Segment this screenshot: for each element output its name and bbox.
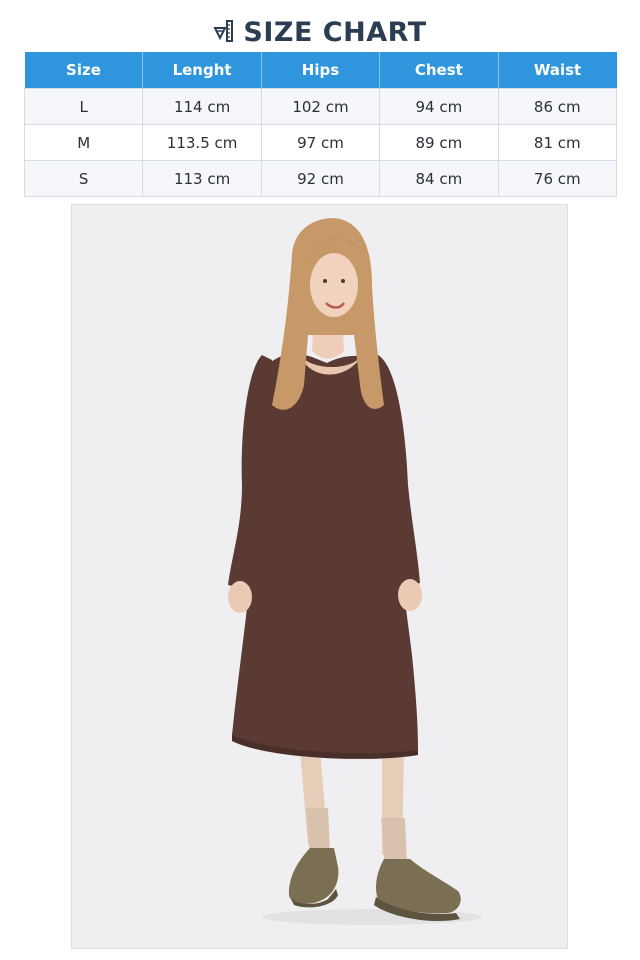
cell-waist: 76 cm — [497, 160, 618, 197]
cell-size: S — [23, 160, 144, 197]
table-row: M 113.5 cm 97 cm 89 cm 81 cm — [23, 124, 618, 161]
left-eye — [323, 279, 327, 283]
model-illustration — [228, 218, 482, 925]
table-row: L 114 cm 102 cm 94 cm 86 cm — [23, 88, 618, 125]
cell-length: 113 cm — [142, 160, 262, 197]
ruler-pencil-icon — [213, 20, 234, 42]
size-chart-header: SIZE CHART — [0, 14, 640, 50]
cell-chest: 84 cm — [379, 160, 499, 197]
column-header-chest: Chest — [379, 52, 499, 89]
column-header-waist: Waist — [498, 52, 617, 89]
left-hand — [228, 581, 252, 613]
table-header-row: Size Lenght Hips Chest Waist — [24, 52, 617, 89]
right-eye — [341, 279, 345, 283]
cell-chest: 94 cm — [379, 88, 499, 125]
cell-waist: 81 cm — [497, 124, 618, 161]
product-photo — [71, 204, 568, 949]
right-hand — [398, 579, 422, 611]
cell-size: M — [23, 124, 144, 161]
cell-waist: 86 cm — [497, 88, 618, 125]
page-title: SIZE CHART — [243, 16, 427, 48]
column-header-hips: Hips — [261, 52, 381, 89]
cell-hips: 97 cm — [260, 124, 381, 161]
table-row: S 113 cm 92 cm 84 cm 76 cm — [23, 160, 618, 197]
cell-hips: 102 cm — [260, 88, 381, 125]
size-table: Size Lenght Hips Chest Waist L 114 cm 10… — [23, 52, 618, 197]
cell-hips: 92 cm — [260, 160, 381, 197]
cell-chest: 89 cm — [379, 124, 499, 161]
cell-size: L — [23, 88, 144, 125]
column-header-size: Size — [24, 52, 144, 89]
column-header-length: Lenght — [142, 52, 262, 89]
cell-length: 113.5 cm — [142, 124, 262, 161]
left-sock — [306, 808, 330, 855]
cell-length: 114 cm — [142, 88, 262, 125]
